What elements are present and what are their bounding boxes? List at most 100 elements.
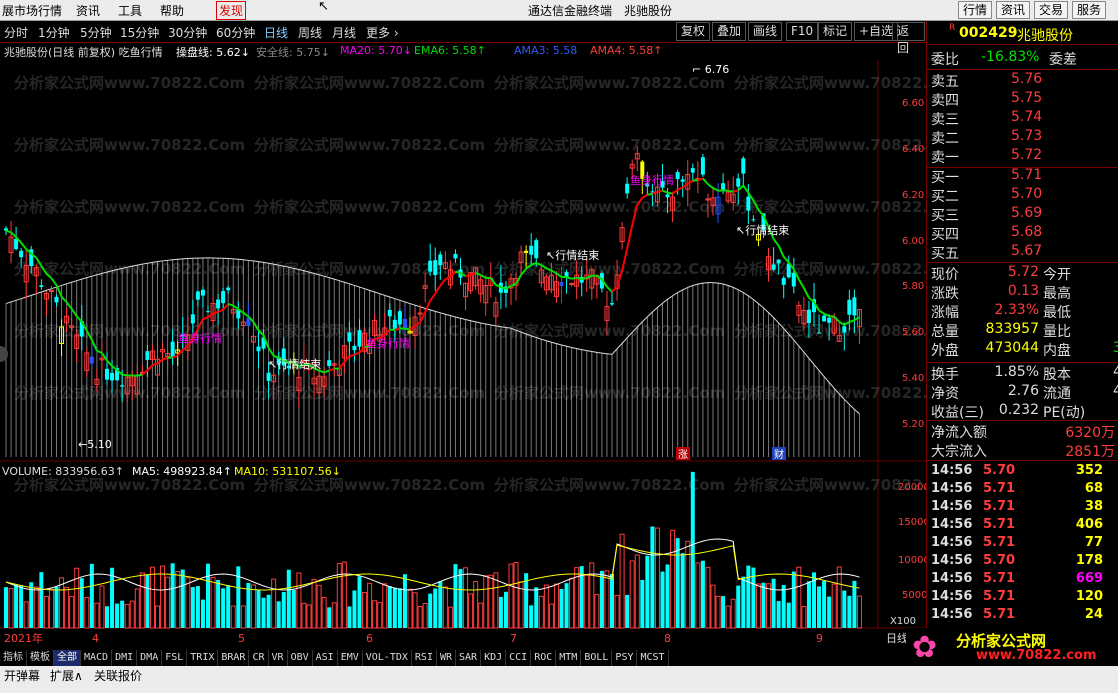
menu-help[interactable]: 帮助: [160, 2, 184, 19]
tab-item[interactable]: RSI: [412, 650, 437, 666]
button-draw[interactable]: 画线: [748, 22, 783, 41]
stat-label: PE(动): [1043, 405, 1086, 421]
stat-row: 换手 1.85% 股本 4: [927, 364, 1118, 383]
button-expand[interactable]: 扩展∧: [50, 667, 83, 684]
ask-row: 卖一 5.72: [927, 147, 1118, 166]
price-tick: 6.20: [902, 190, 924, 201]
tab-item[interactable]: 指标: [0, 650, 27, 666]
ema-line-segment: [777, 245, 785, 258]
ema-line-segment: [465, 274, 471, 278]
tab-item[interactable]: DMI: [112, 650, 138, 666]
tab-item[interactable]: CCI: [506, 650, 532, 666]
candle-body: [625, 183, 630, 194]
volume-bar: [817, 586, 822, 628]
tab-item[interactable]: KDJ: [481, 650, 507, 666]
menu-discover[interactable]: 发现: [216, 1, 247, 20]
period-daily[interactable]: 日线: [264, 24, 288, 41]
volume-bar: [548, 603, 554, 629]
button-back[interactable]: 返回: [892, 22, 925, 55]
button-trade[interactable]: 交易: [1034, 1, 1069, 19]
button-related-quotes[interactable]: 关联报价: [94, 667, 142, 684]
candle-body: [534, 240, 539, 259]
button-mark[interactable]: 标记: [818, 22, 853, 41]
volume-bar: [110, 567, 115, 628]
tab-item[interactable]: ASI: [313, 650, 338, 666]
logo-url: www.70822.com: [976, 648, 1097, 663]
button-service[interactable]: 服务: [1072, 1, 1107, 19]
tab-item[interactable]: MACD: [81, 650, 113, 666]
stat-label: 今开: [1043, 267, 1071, 283]
stat-value: 833957: [985, 321, 1039, 337]
tab-item[interactable]: MTM: [556, 650, 582, 666]
period-timeshare[interactable]: 分时: [4, 24, 28, 41]
period-monthly[interactable]: 月线: [332, 24, 356, 41]
tab-item[interactable]: VOL-TDX: [363, 650, 412, 666]
period-60min[interactable]: 60分钟: [216, 24, 255, 41]
tab-item[interactable]: DMA: [137, 650, 163, 666]
candle-body: [357, 330, 362, 347]
button-overlay[interactable]: 叠加: [712, 22, 747, 41]
tab-item[interactable]: OBV: [288, 650, 313, 666]
tab-item[interactable]: 模板: [27, 650, 54, 666]
tick-price: 5.70: [983, 553, 1016, 568]
ema-line-segment: [122, 373, 128, 377]
app-title: 通达信金融终端: [528, 4, 613, 18]
scroll-handle[interactable]: [0, 346, 8, 362]
volume-bar: [559, 588, 564, 628]
tab-item[interactable]: BOLL: [581, 650, 613, 666]
period-15min[interactable]: 15分钟: [120, 24, 159, 41]
tab-item[interactable]: EMV: [338, 650, 363, 666]
volume-bar: [397, 588, 402, 628]
watermark-text: 分析家公式网www.70822.Com: [734, 260, 926, 278]
volume-bar: [19, 585, 24, 628]
menu-news[interactable]: 资讯: [76, 2, 100, 19]
tab-item[interactable]: VR: [269, 650, 288, 666]
price-tick: 5.60: [902, 327, 924, 338]
menu-tools[interactable]: 工具: [118, 2, 142, 19]
ema-line-segment: [55, 284, 63, 298]
tab-item[interactable]: 全部: [54, 650, 81, 666]
ask-price: 5.74: [1011, 109, 1043, 125]
volume-bar: [422, 603, 428, 629]
volume-bar: [842, 590, 847, 628]
tab-item[interactable]: BRAR: [218, 650, 250, 666]
tab-item[interactable]: CR: [249, 650, 269, 666]
tab-item[interactable]: WR: [437, 650, 457, 666]
volume-bar: [64, 586, 70, 629]
button-quotes[interactable]: 行情: [958, 1, 993, 19]
tab-item[interactable]: SAR: [456, 650, 482, 666]
tab-item[interactable]: MCST: [637, 650, 669, 666]
bid-label: 买二: [931, 189, 959, 205]
period-weekly[interactable]: 周线: [298, 24, 322, 41]
tab-item[interactable]: ROC: [531, 650, 557, 666]
tab-item[interactable]: TRIX: [187, 650, 219, 666]
ema-line-segment: [772, 238, 780, 247]
volume-bar: [392, 587, 397, 628]
tab-item[interactable]: PSY: [612, 650, 638, 666]
ema-line-segment: [156, 358, 164, 365]
candle-body: [746, 196, 751, 211]
stat-row: 现价 5.72 今开: [927, 264, 1118, 283]
marker-cai[interactable]: 财: [774, 448, 784, 461]
volume-bar: [402, 574, 407, 628]
ema-line-segment: [818, 309, 825, 315]
tab-item[interactable]: FSL: [162, 650, 188, 666]
period-5min[interactable]: 5分钟: [80, 24, 112, 41]
candle-body: [266, 372, 271, 381]
volume-bar: [453, 564, 458, 628]
menu-market[interactable]: 展市场行情: [2, 2, 62, 19]
button-info[interactable]: 资讯: [996, 1, 1031, 19]
period-1min[interactable]: 1分钟: [38, 24, 70, 41]
button-fuquan[interactable]: 复权: [676, 22, 711, 41]
candle-body: [19, 250, 24, 258]
period-more[interactable]: 更多 ›: [366, 24, 399, 41]
toggle-danmu[interactable]: 开弹幕: [4, 667, 40, 684]
volume-bar: [710, 584, 716, 629]
kline-chart[interactable]: 分析家公式网www.70822.Com 分析家公式网www.70822.Com 分析…: [0, 42, 926, 649]
tick-time: 14:56: [931, 517, 973, 532]
button-f10[interactable]: F10: [786, 22, 819, 41]
volume-bar: [377, 602, 383, 629]
candle-body: [397, 311, 402, 325]
marker-zhang[interactable]: 涨: [678, 449, 688, 461]
period-30min[interactable]: 30分钟: [168, 24, 207, 41]
